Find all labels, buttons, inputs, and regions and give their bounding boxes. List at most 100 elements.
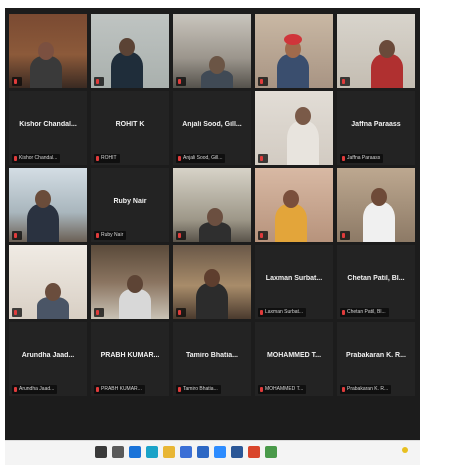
participant-tile[interactable]: Anjali Sood, Gill... Anjali Sood, Gill... (173, 91, 251, 165)
participant-tile[interactable] (255, 91, 333, 165)
participant-display-name: Tamiro Bhatia... (186, 352, 238, 359)
participant-name-tag (176, 308, 186, 317)
participant-face (38, 42, 54, 60)
task-view-icon[interactable] (112, 446, 124, 458)
folder-icon[interactable] (163, 446, 175, 458)
participant-tile[interactable] (9, 168, 87, 242)
participant-tile[interactable]: Kishor Chandal... Kishor Chandal... (9, 91, 87, 165)
system-tray (402, 447, 416, 453)
participant-name-tag: Laxman Surbat... (258, 308, 307, 317)
participant-body (371, 54, 403, 88)
meeting-window: Kishor Chandal... Kishor Chandal... ROHIT … (5, 8, 420, 440)
participant-name-tag (12, 77, 22, 86)
participant-face (371, 188, 387, 206)
participant-tile[interactable] (9, 14, 87, 88)
participant-display-name: Chetan Patil, Bl... (347, 275, 405, 282)
participant-tile[interactable] (337, 168, 415, 242)
participant-display-name: Jaffna Paraass (351, 121, 401, 128)
participant-name-tag: Kishor Chandal... (12, 154, 61, 163)
participant-tile[interactable]: PRABH KUMAR... PRABH KUMAR... (91, 322, 169, 396)
participant-face (35, 190, 51, 208)
participant-face (209, 56, 225, 74)
participant-name-tag (176, 77, 186, 86)
participant-body (287, 121, 319, 165)
participant-tile[interactable]: Laxman Surbat... Laxman Surbat... (255, 245, 333, 319)
taskbar-apps (95, 446, 277, 458)
participant-body (111, 52, 143, 88)
participant-tile[interactable]: Prabakaran K. R... Prabakaran K. R... (337, 322, 415, 396)
participant-tile[interactable] (255, 168, 333, 242)
search-icon[interactable] (95, 446, 107, 458)
participant-name-tag: ROHIT (94, 154, 120, 163)
participant-name-tag: Tamiro Bhatia... (176, 385, 221, 394)
participant-face (45, 283, 61, 301)
participant-tile[interactable]: Arundha Jaad... Arundha Jaad... (9, 322, 87, 396)
participant-name-tag: Prabakaran K. R... (340, 385, 392, 394)
participant-display-name: ROHIT K (115, 121, 145, 128)
turban (284, 34, 302, 45)
participant-name-tag (258, 154, 268, 163)
participant-face (204, 269, 220, 287)
participant-face (283, 190, 299, 208)
zoom-icon[interactable] (214, 446, 226, 458)
app-icon[interactable] (265, 446, 277, 458)
participant-grid: Kishor Chandal... Kishor Chandal... ROHIT … (9, 14, 419, 414)
store-icon[interactable] (180, 446, 192, 458)
participant-tile[interactable]: Tamiro Bhatia... Tamiro Bhatia... (173, 322, 251, 396)
participant-name-tag (340, 231, 350, 240)
participant-name-tag: Ruby Nair (94, 231, 127, 240)
mail-icon[interactable] (197, 446, 209, 458)
participant-name-tag: PRABH KUMAR... (94, 385, 145, 394)
participant-name-tag (340, 77, 350, 86)
participant-name-tag: Anjali Sood, Gill... (176, 154, 226, 163)
participant-face (127, 275, 143, 293)
word-icon[interactable] (231, 446, 243, 458)
participant-name-tag (258, 77, 268, 86)
participant-name-tag: Arundha Jaad... (12, 385, 58, 394)
participant-body (196, 283, 228, 319)
participant-tile[interactable] (337, 14, 415, 88)
participant-name-tag: Chetan Patil, Bl... (340, 308, 389, 317)
participant-name-tag (258, 231, 268, 240)
participant-name-tag (176, 231, 186, 240)
chrome-icon[interactable] (248, 446, 260, 458)
participant-tile[interactable]: Ruby Nair Ruby Nair (91, 168, 169, 242)
taskbar (5, 440, 420, 465)
participant-tile[interactable]: Chetan Patil, Bl... Chetan Patil, Bl... (337, 245, 415, 319)
participant-tile[interactable] (173, 168, 251, 242)
participant-body (363, 202, 395, 242)
participant-tile[interactable]: Jaffna Paraass Jaffna Paraass (337, 91, 415, 165)
participant-name-tag: MOHAMMED T... (258, 385, 307, 394)
participant-tile[interactable] (91, 14, 169, 88)
participant-tile[interactable] (255, 14, 333, 88)
participant-tile[interactable]: MOHAMMED T... MOHAMMED T... (255, 322, 333, 396)
weather-icon[interactable] (402, 447, 408, 453)
participant-display-name: Arundha Jaad... (21, 352, 75, 359)
participant-display-name: Kishor Chandal... (19, 121, 77, 128)
participant-face (295, 107, 311, 125)
participant-name-tag: Jaffna Paraass (340, 154, 384, 163)
participant-face (119, 38, 135, 56)
participant-body (30, 56, 62, 88)
participant-tile[interactable] (9, 245, 87, 319)
edge-icon[interactable] (146, 446, 158, 458)
participant-display-name: Laxman Surbat... (265, 275, 323, 282)
participant-name-tag (94, 77, 104, 86)
participant-body (277, 54, 309, 88)
participant-display-name: PRABH KUMAR... (100, 352, 160, 359)
participant-body (119, 289, 151, 319)
participant-display-name: Anjali Sood, Gill... (182, 121, 242, 128)
participant-tile[interactable]: ROHIT K ROHIT (91, 91, 169, 165)
participant-tile[interactable] (91, 245, 169, 319)
participant-body (275, 204, 307, 242)
participant-body (27, 204, 59, 242)
participant-name-tag (12, 231, 22, 240)
participant-tile[interactable] (173, 14, 251, 88)
participant-face (207, 208, 223, 226)
participant-name-tag (94, 308, 104, 317)
windows-icon[interactable] (129, 446, 141, 458)
participant-display-name: Prabakaran K. R... (346, 352, 406, 359)
participant-display-name: Ruby Nair (113, 198, 147, 205)
participant-name-tag (12, 308, 22, 317)
participant-tile[interactable] (173, 245, 251, 319)
